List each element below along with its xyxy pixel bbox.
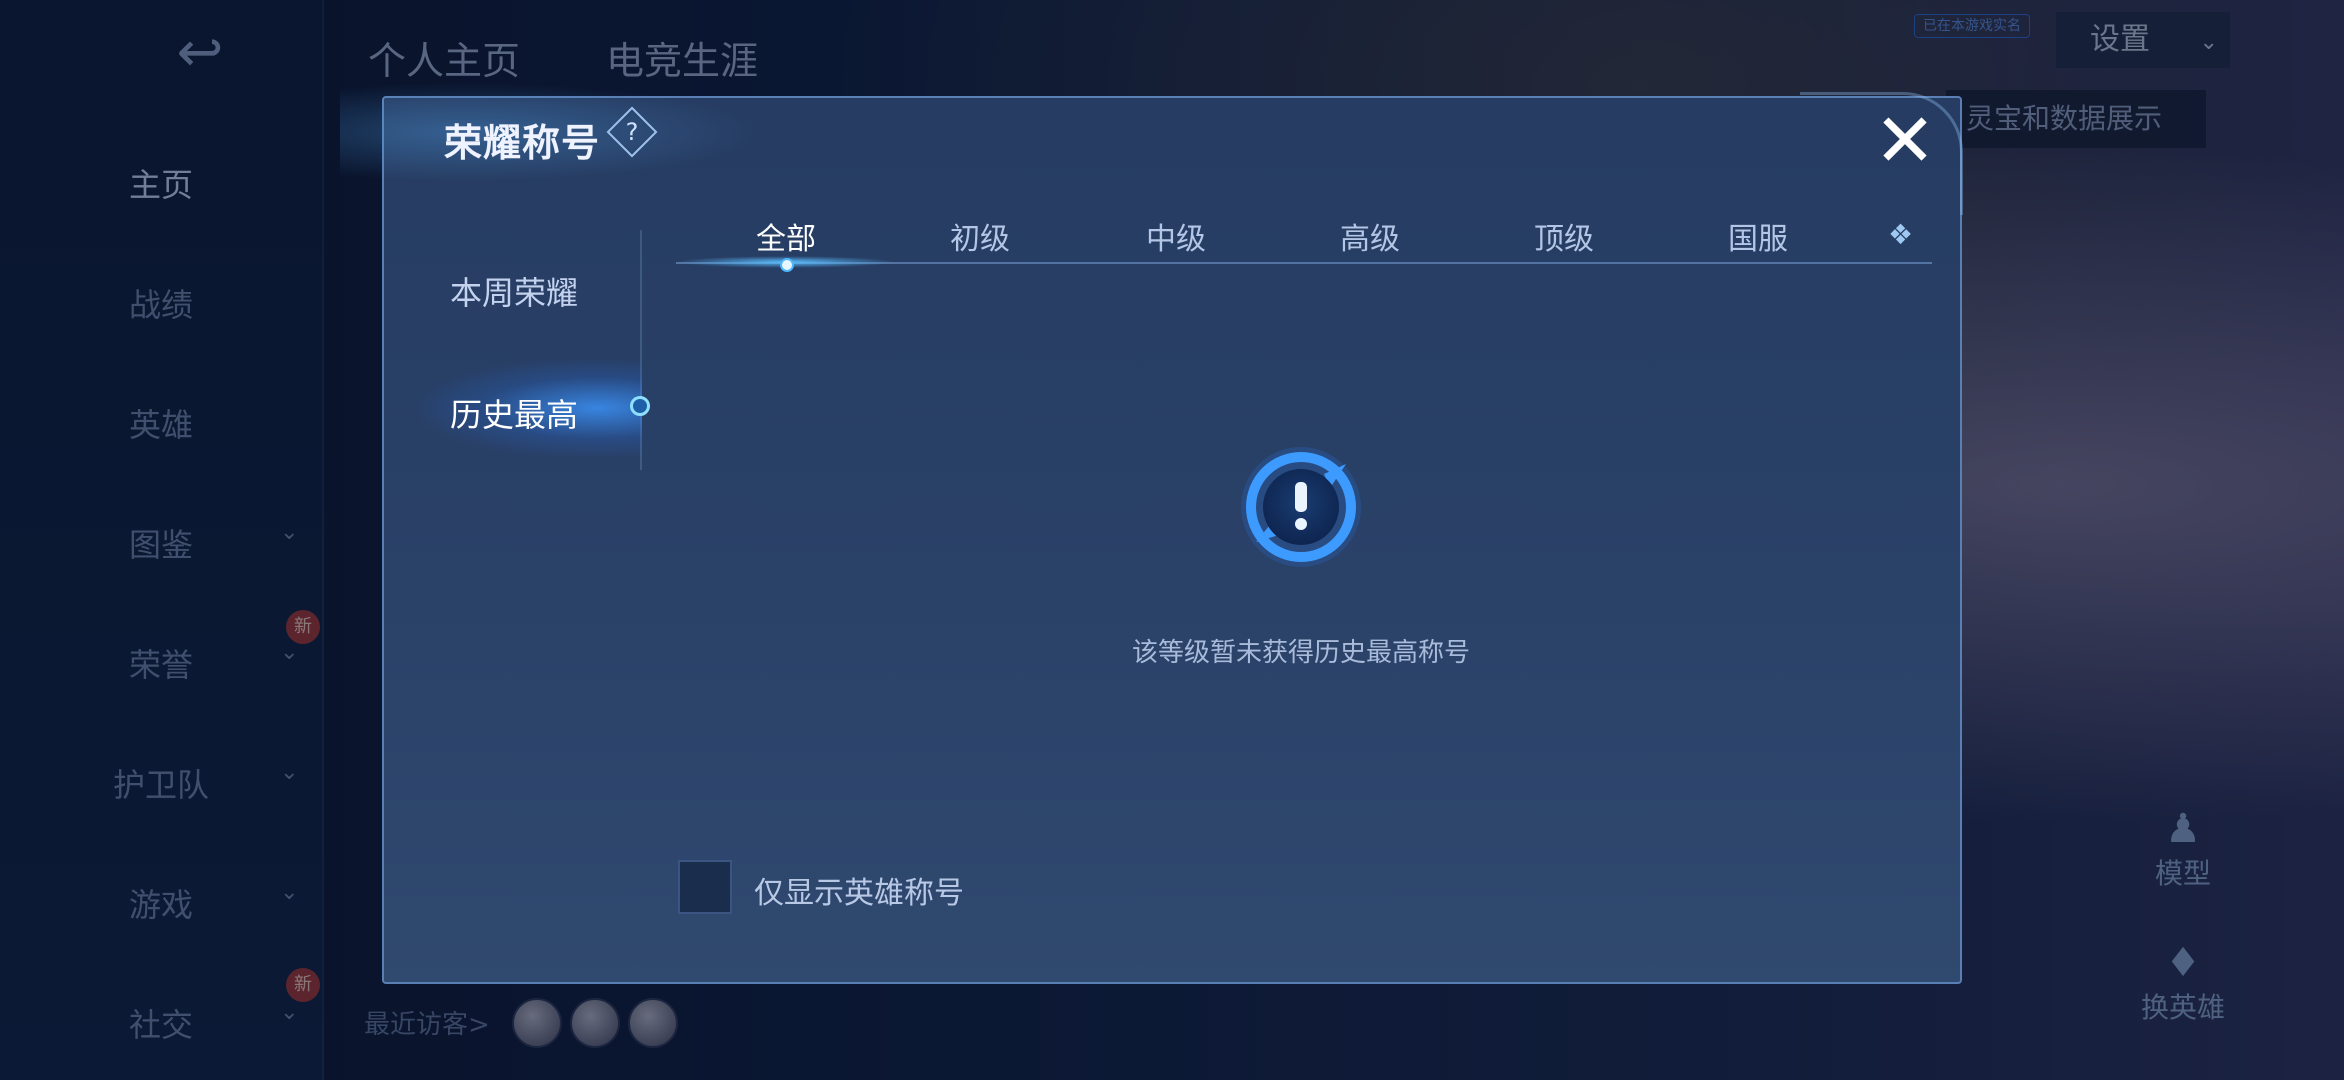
dialog-title: 荣耀称号 — [444, 121, 601, 165]
tab-all[interactable]: 全部 — [756, 214, 816, 258]
section-weekly-honor[interactable]: 本周荣耀 — [450, 268, 578, 314]
checkbox-label: 仅显示英雄称号 — [754, 876, 964, 911]
tab-active-dot — [780, 258, 794, 272]
exclamation-circle-icon — [1241, 447, 1361, 567]
tab-top[interactable]: 顶级 — [1534, 214, 1594, 258]
section-history-best[interactable]: 历史最高 — [450, 390, 578, 436]
diamond-cluster-icon[interactable]: ❖ — [1888, 218, 1913, 251]
tab-beginner[interactable]: 初级 — [950, 214, 1010, 258]
empty-state-message: 该等级暂未获得历史最高称号 — [1132, 638, 1471, 668]
close-x-icon[interactable]: ✕ — [1874, 104, 1936, 178]
tab-intermediate[interactable]: 中级 — [1146, 214, 1206, 258]
tab-national[interactable]: 国服 — [1728, 214, 1788, 258]
section-active-indicator — [630, 396, 650, 416]
hero-title-only-checkbox[interactable] — [678, 860, 732, 914]
tab-advanced[interactable]: 高级 — [1340, 214, 1400, 258]
